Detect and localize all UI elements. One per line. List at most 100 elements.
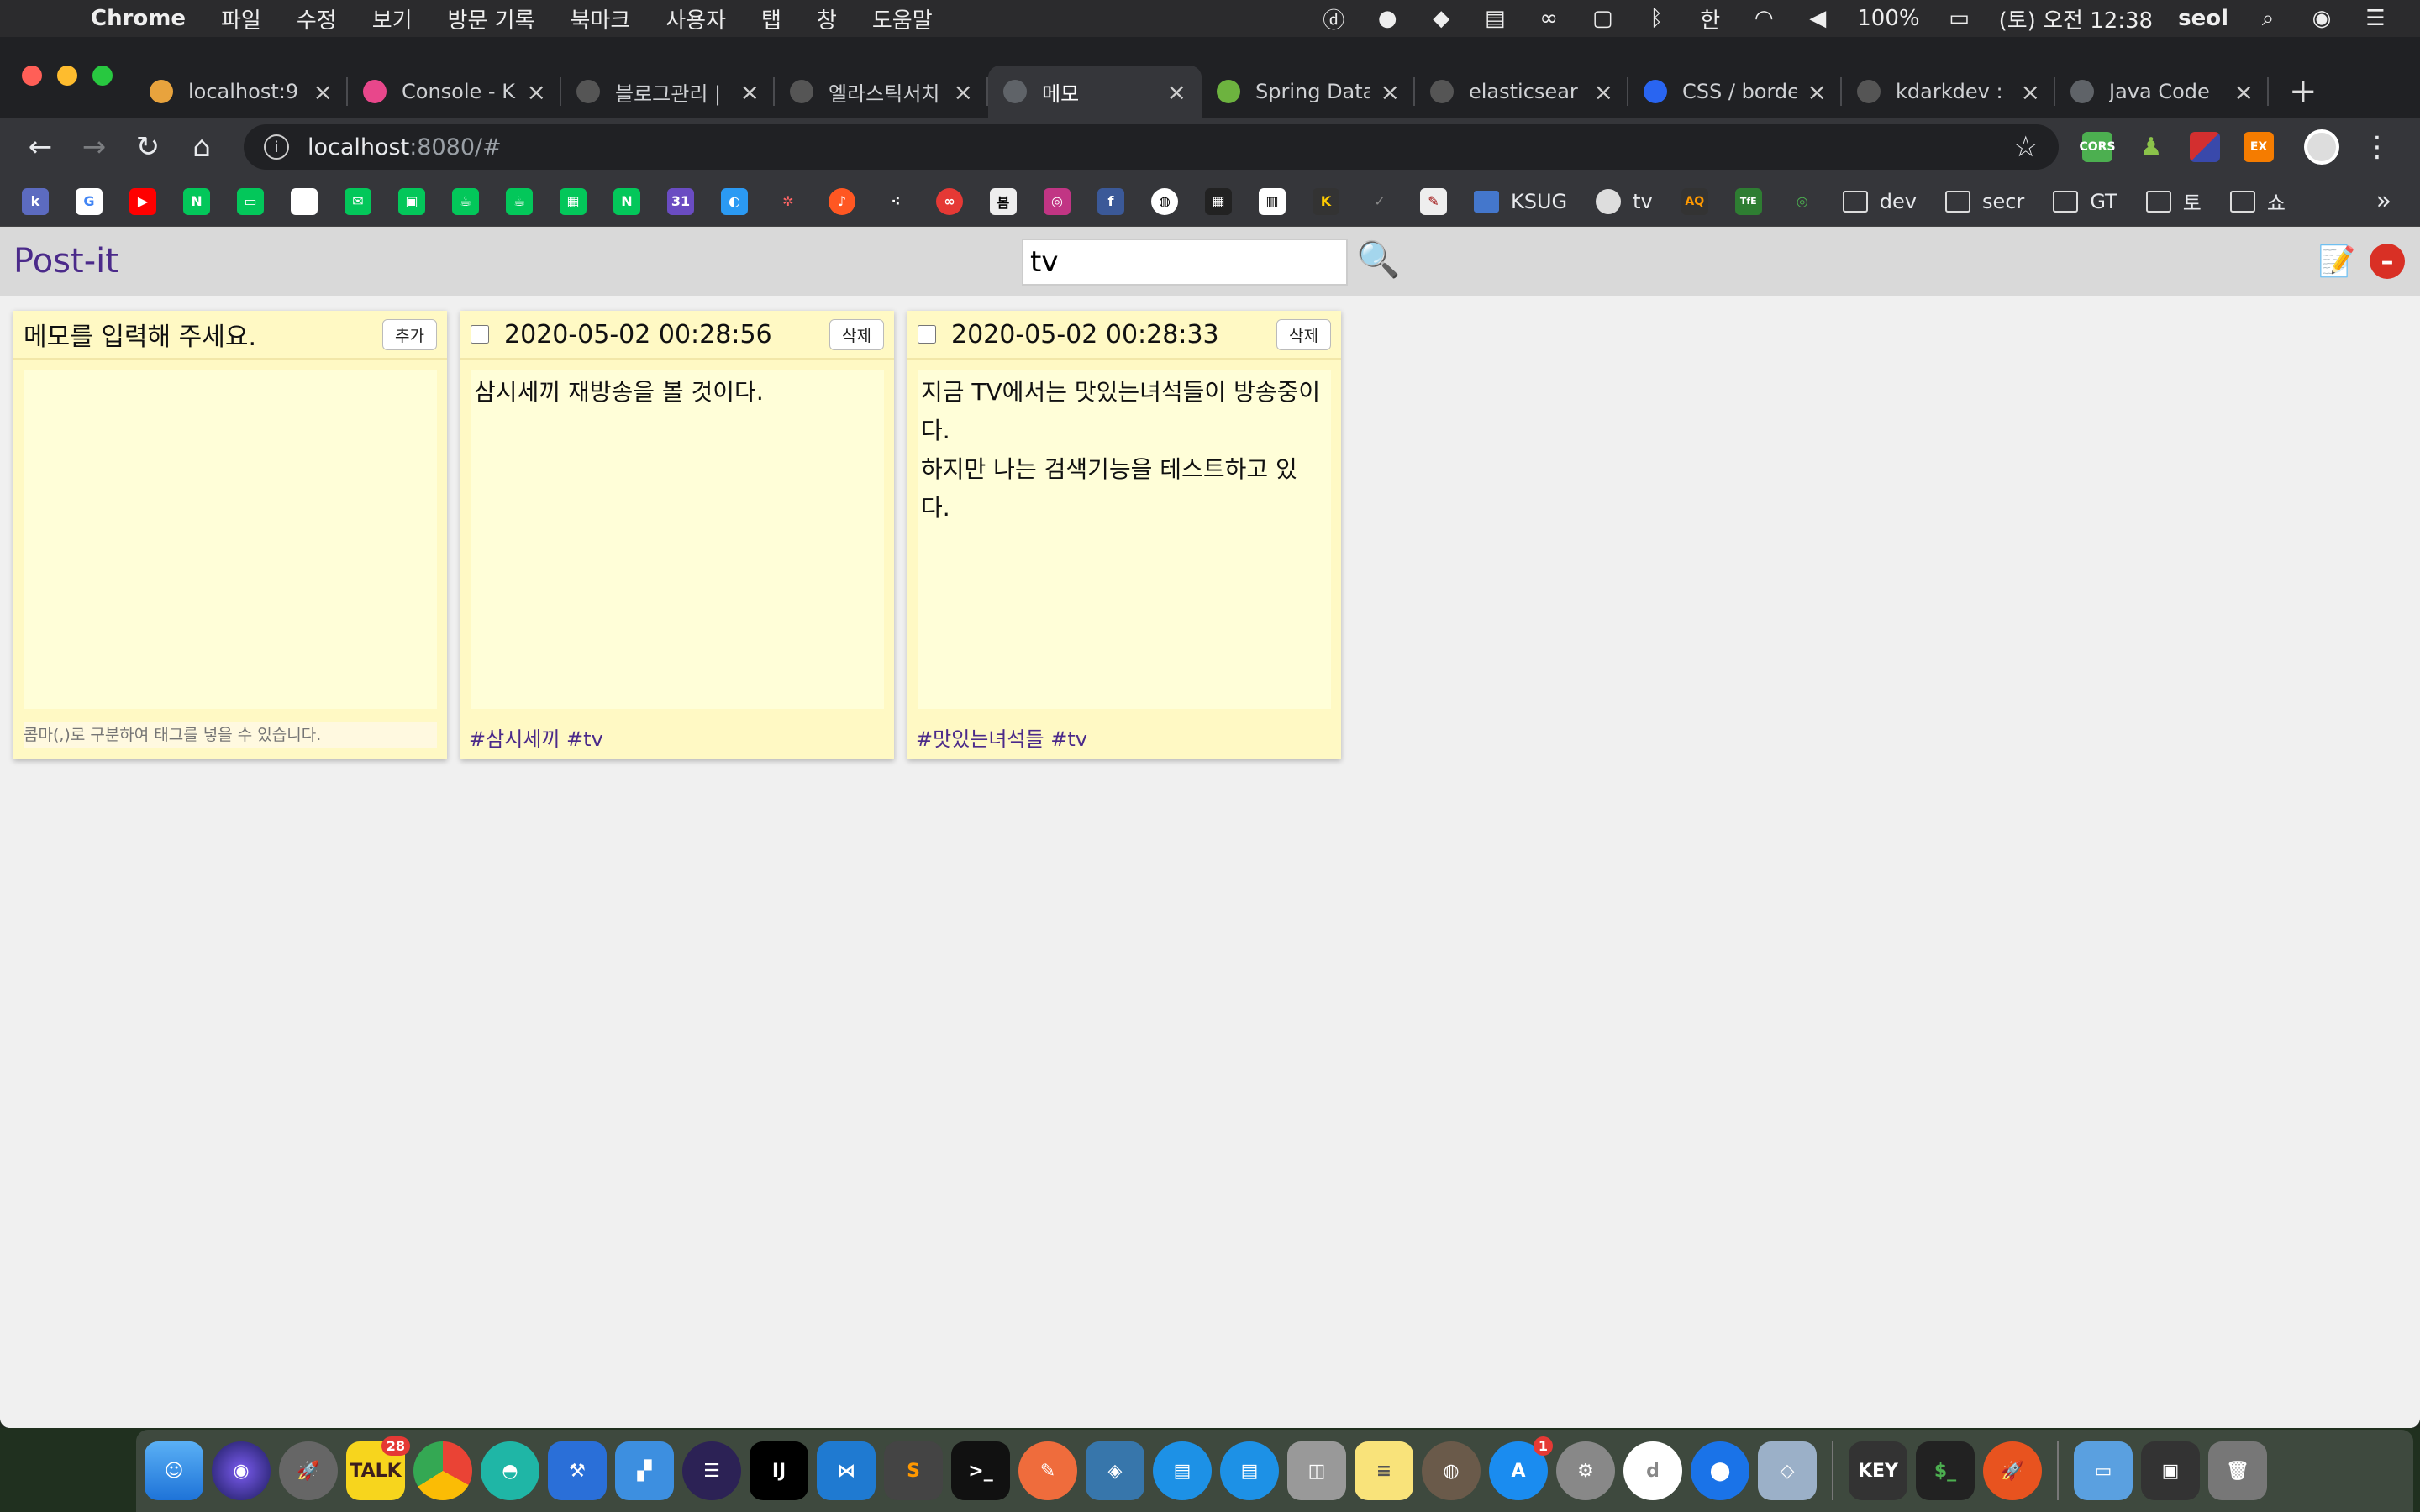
sequel-pro-icon[interactable]: ◍ <box>1422 1441 1481 1500</box>
bookmark-music-icon[interactable]: ♪ <box>829 187 855 215</box>
bookmark-sheet-icon[interactable]: ▦ <box>560 187 587 215</box>
tab-localhost-9[interactable]: localhost:9 × <box>134 66 348 118</box>
close-icon[interactable]: × <box>2234 78 2254 106</box>
status-chat-icon[interactable]: ● <box>1373 4 1402 33</box>
bookmark-ksug[interactable]: KSUG <box>1474 190 1567 213</box>
site-info-icon[interactable]: i <box>264 134 289 160</box>
menu-help[interactable]: 도움말 <box>872 3 933 34</box>
intellij-icon[interactable]: IJ <box>750 1441 808 1500</box>
bookmark-mail-icon[interactable]: ✉ <box>345 187 371 215</box>
bookmark-tlfe-icon[interactable]: TfE <box>1734 187 1762 215</box>
screen-recording-icon[interactable]: ▣ <box>2141 1441 2200 1500</box>
new-tab-button[interactable]: + <box>2289 66 2317 118</box>
address-bar[interactable]: i localhost:8080/# ☆ <box>244 124 2059 170</box>
docker-dashboard-icon[interactable]: ▤ <box>1220 1441 1279 1500</box>
notification-center-icon[interactable]: ☰ <box>2361 4 2390 33</box>
flag-extension-icon[interactable] <box>2190 132 2220 162</box>
bookmark-cup2-icon[interactable]: ☕ <box>506 187 533 215</box>
bookmark-check-icon[interactable]: ✓ <box>1366 188 1393 215</box>
database-icon[interactable]: ◫ <box>1287 1441 1346 1500</box>
bookmark-facebook-icon[interactable]: f <box>1097 187 1124 215</box>
menu-view[interactable]: 보기 <box>372 3 413 34</box>
bookmark-star-icon[interactable]: ☆ <box>2013 130 2039 164</box>
status-cube-icon[interactable]: ◆ <box>1427 4 1455 33</box>
bookmark-photo-icon[interactable]: ▣ <box>398 187 425 215</box>
tab-elasticsearch[interactable]: elasticsear × <box>1415 66 1628 118</box>
tab-memo-active[interactable]: 메모 × <box>988 66 1202 118</box>
bookmark-grid-icon[interactable]: ▦ <box>1205 187 1232 215</box>
eclipse-icon[interactable]: ☰ <box>682 1441 741 1500</box>
add-note-button[interactable]: 추가 <box>382 318 437 350</box>
chrome-menu-icon[interactable]: ⋮ <box>2363 130 2391 164</box>
note-body[interactable]: 삼시세끼 재방송을 볼 것이다. <box>471 370 884 709</box>
note-tags[interactable]: #맛있는녀석들 #tv <box>916 722 1087 752</box>
close-icon[interactable]: × <box>313 78 333 106</box>
bookmark-edge-icon[interactable]: ◐ <box>721 187 748 215</box>
app-store-icon[interactable]: A1 <box>1489 1436 1553 1500</box>
input-method-indicator[interactable]: 한 <box>1696 4 1724 34</box>
bookmark-aq-icon[interactable]: AQ <box>1681 187 1708 215</box>
siri-icon[interactable]: ◉ <box>2307 4 2336 33</box>
close-icon[interactable]: × <box>1807 78 1827 106</box>
bookmark-instagram-icon[interactable]: ◎ <box>1044 187 1071 215</box>
bookmark-k-icon[interactable]: k <box>22 187 49 215</box>
status-d-icon[interactable]: ⓓ <box>1319 4 1348 34</box>
tab-java-code[interactable]: Java Code × <box>2055 66 2269 118</box>
bookmark-youtube-icon[interactable]: ▶ <box>129 187 156 215</box>
minimize-window-button[interactable] <box>57 66 77 86</box>
bookmark-folder-dev[interactable]: dev <box>1842 190 1917 213</box>
close-icon[interactable]: × <box>1594 78 1613 106</box>
tab-console[interactable]: Console - K × <box>348 66 561 118</box>
menu-tab[interactable]: 탭 <box>761 3 781 34</box>
bluetooth-icon[interactable]: ᛒ <box>1642 4 1670 33</box>
postman-icon[interactable]: ✎ <box>1018 1441 1077 1500</box>
forward-button[interactable]: → <box>71 123 118 171</box>
spotlight-search-icon[interactable]: ⌕ <box>2254 4 2282 33</box>
docker-status-icon[interactable]: ▤ <box>1481 4 1509 33</box>
rocket-typist-icon[interactable]: 🚀 <box>1983 1441 2042 1500</box>
xcode-icon[interactable]: ⚒ <box>548 1441 607 1500</box>
finder-icon[interactable]: ☺ <box>145 1441 203 1500</box>
virtualbox-icon[interactable]: ◇ <box>1758 1441 1817 1500</box>
trash-icon[interactable]: 🗑 <box>2208 1441 2267 1500</box>
dash-icon[interactable]: d <box>1623 1441 1682 1500</box>
close-icon[interactable]: × <box>740 78 760 106</box>
menubar-clock[interactable]: (토) 오전 12:38 <box>1999 3 2154 34</box>
new-note-body[interactable] <box>24 370 437 709</box>
ex-extension-icon[interactable]: EX <box>2244 132 2274 162</box>
delete-all-icon[interactable]: – <box>2370 244 2405 279</box>
reload-button[interactable]: ↻ <box>124 123 171 171</box>
bookmark-search-green-icon[interactable]: ◎ <box>1789 188 1816 215</box>
android-extension-icon[interactable]: ♟ <box>2136 132 2166 162</box>
bookmark-pinwheel-icon[interactable]: ✲ <box>775 188 802 215</box>
bookmark-red-icon[interactable]: ∞ <box>936 187 963 215</box>
new-memo-icon[interactable]: 📝 <box>2318 244 2356 279</box>
vscode-icon[interactable]: ⋈ <box>817 1441 876 1500</box>
bookmark-dots-icon[interactable]: ⁖ <box>882 188 909 215</box>
bookmark-google-icon[interactable]: G <box>76 187 103 215</box>
zoom-window-button[interactable] <box>92 66 113 86</box>
menu-history[interactable]: 방문 기록 <box>448 3 535 34</box>
delete-note-button[interactable]: 삭제 <box>1276 318 1331 350</box>
new-note-textarea[interactable] <box>27 373 434 706</box>
delete-note-button[interactable]: 삭제 <box>829 318 884 350</box>
docker-icon[interactable]: ▤ <box>1153 1441 1212 1500</box>
menu-file[interactable]: 파일 <box>221 3 261 34</box>
bookmarks-overflow-icon[interactable]: » <box>2376 186 2391 216</box>
home-button[interactable]: ⌂ <box>178 123 225 171</box>
location-pin-icon[interactable]: ⬤ <box>1691 1441 1749 1500</box>
creative-cloud-icon[interactable]: ∞ <box>1534 4 1563 33</box>
close-icon[interactable]: × <box>1381 78 1400 106</box>
python-icon[interactable]: ◈ <box>1086 1441 1144 1500</box>
bookmark-folder-secr[interactable]: secr <box>1944 190 2024 213</box>
note-body[interactable]: 지금 TV에서는 맛있는녀석들이 방송중이 다. 하지만 나는 검색기능을 테스… <box>918 370 1331 709</box>
battery-percentage[interactable]: 100% <box>1857 6 1919 31</box>
bookmark-building-icon[interactable]: ▥ <box>1259 187 1286 215</box>
menu-app-chrome[interactable]: Chrome <box>91 6 186 31</box>
bookmark-map-icon[interactable] <box>291 187 318 215</box>
tab-blog-admin[interactable]: 블로그관리 | × <box>561 66 775 118</box>
chrome-icon[interactable] <box>413 1441 472 1500</box>
bookmark-globe-icon[interactable]: ◍ <box>1151 187 1178 215</box>
menu-edit[interactable]: 수정 <box>297 3 337 34</box>
kakaotalk-icon[interactable]: TALK 28 <box>346 1436 410 1500</box>
